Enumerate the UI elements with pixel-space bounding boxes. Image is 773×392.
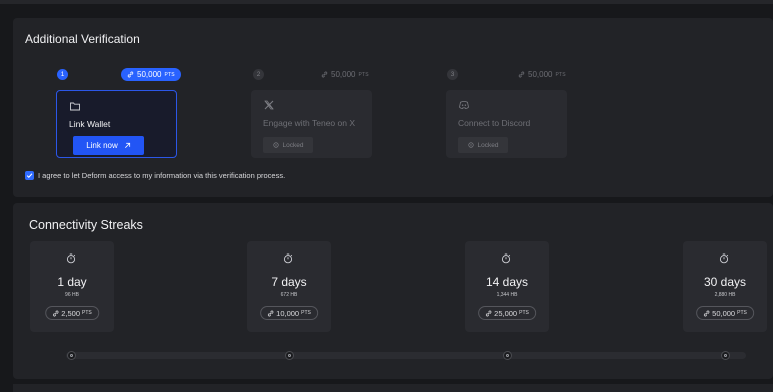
points-unit: PTS: [358, 71, 369, 78]
lock-icon: [467, 142, 474, 148]
locked-badge: Locked: [263, 137, 313, 153]
timer-icon: [283, 253, 293, 264]
streak-node-7-days: [285, 351, 294, 360]
streak-days: 7 days: [271, 275, 307, 289]
link-icon: [267, 310, 274, 316]
arrow-up-right-icon: [124, 142, 130, 148]
connect-discord-label: Connect to Discord: [458, 118, 531, 128]
streak-points-badge: 25,000 PTS: [478, 306, 536, 320]
points-value: 50,000: [528, 70, 553, 79]
streak-heartbeats: 96 HB: [65, 292, 79, 298]
link-icon: [127, 71, 134, 78]
points-value: 25,000: [494, 308, 518, 318]
link-now-button[interactable]: Link now: [73, 136, 144, 155]
step-3-points-badge: 50,000 PTS: [518, 68, 566, 81]
points-value: 50,000: [137, 70, 162, 79]
connect-discord-card: Connect to Discord Locked: [446, 90, 567, 158]
points-unit: PTS: [164, 71, 175, 78]
streak-heartbeats: 1,344 HB: [496, 292, 518, 298]
engage-x-label: Engage with Teneo on X: [263, 118, 355, 128]
locked-label: Locked: [477, 141, 499, 149]
streak-progress-track: [66, 352, 746, 359]
section-title: Connectivity Streaks: [29, 218, 143, 232]
step-2-points-badge: 50,000 PTS: [321, 68, 369, 81]
locked-badge: Locked: [458, 137, 508, 153]
streak-card-14-days: 14 days 1,344 HB 25,000 PTS: [465, 241, 549, 332]
timer-icon: [719, 253, 729, 264]
streak-points-badge: 10,000 PTS: [260, 306, 318, 320]
points-unit: PTS: [82, 310, 92, 316]
points-unit: PTS: [555, 71, 566, 78]
streak-points-badge: 2,500 PTS: [45, 306, 99, 320]
link-icon: [52, 310, 59, 316]
streak-node-30-days: [721, 351, 730, 360]
points-unit: PTS: [301, 310, 311, 316]
points-value: 2,500: [61, 308, 81, 318]
next-panel-edge: [13, 384, 773, 392]
link-wallet-label: Link Wallet: [69, 119, 111, 129]
points-unit: PTS: [737, 310, 747, 316]
step-number-1: 1: [57, 69, 68, 80]
streak-node-1-day: [67, 351, 76, 360]
consent-row: I agree to let Deform access to my infor…: [25, 171, 285, 180]
consent-text: I agree to let Deform access to my infor…: [38, 171, 286, 180]
streak-heartbeats: 2,880 HB: [714, 292, 736, 298]
streak-card-30-days: 30 days 2,880 HB 50,000 PTS: [683, 241, 767, 332]
x-logo-icon: [264, 100, 274, 110]
link-icon: [485, 310, 492, 316]
streak-node-14-days: [503, 351, 512, 360]
link-wallet-card[interactable]: Link Wallet Link now: [56, 90, 177, 158]
engage-x-card: Engage with Teneo on X Locked: [251, 90, 372, 158]
consent-checkbox[interactable]: [25, 171, 34, 180]
streak-days: 1 day: [57, 275, 87, 289]
link-icon: [518, 71, 525, 78]
link-icon: [321, 71, 328, 78]
folder-icon: [70, 102, 80, 111]
top-bar: [0, 0, 773, 4]
link-icon: [703, 310, 710, 316]
step-1-points-badge: 50,000 PTS: [121, 68, 181, 81]
points-unit: PTS: [519, 310, 529, 316]
additional-verification-panel: Additional Verification 1 50,000 PTS Link…: [13, 18, 773, 197]
timer-icon: [66, 253, 76, 264]
discord-icon: [459, 101, 469, 110]
locked-label: Locked: [282, 141, 304, 149]
link-now-label: Link now: [86, 141, 118, 150]
checkmark-icon: [26, 173, 33, 179]
streak-card-1-day: 1 day 96 HB 2,500 PTS: [30, 241, 114, 332]
streak-card-7-days: 7 days 672 HB 10,000 PTS: [247, 241, 331, 332]
points-value: 50,000: [712, 308, 736, 318]
timer-icon: [501, 253, 511, 264]
points-value: 10,000: [276, 308, 300, 318]
streak-days: 14 days: [485, 275, 529, 289]
section-title: Additional Verification: [25, 32, 140, 46]
step-number-3: 3: [447, 69, 458, 80]
points-value: 50,000: [331, 70, 356, 79]
step-number-2: 2: [253, 69, 264, 80]
streak-heartbeats: 672 HB: [280, 292, 298, 298]
streak-points-badge: 50,000 PTS: [696, 306, 754, 320]
connectivity-streaks-panel: Connectivity Streaks 1 day 96 HB 2,500 PT…: [13, 203, 773, 379]
lock-icon: [272, 142, 279, 148]
streak-days: 30 days: [703, 275, 747, 289]
